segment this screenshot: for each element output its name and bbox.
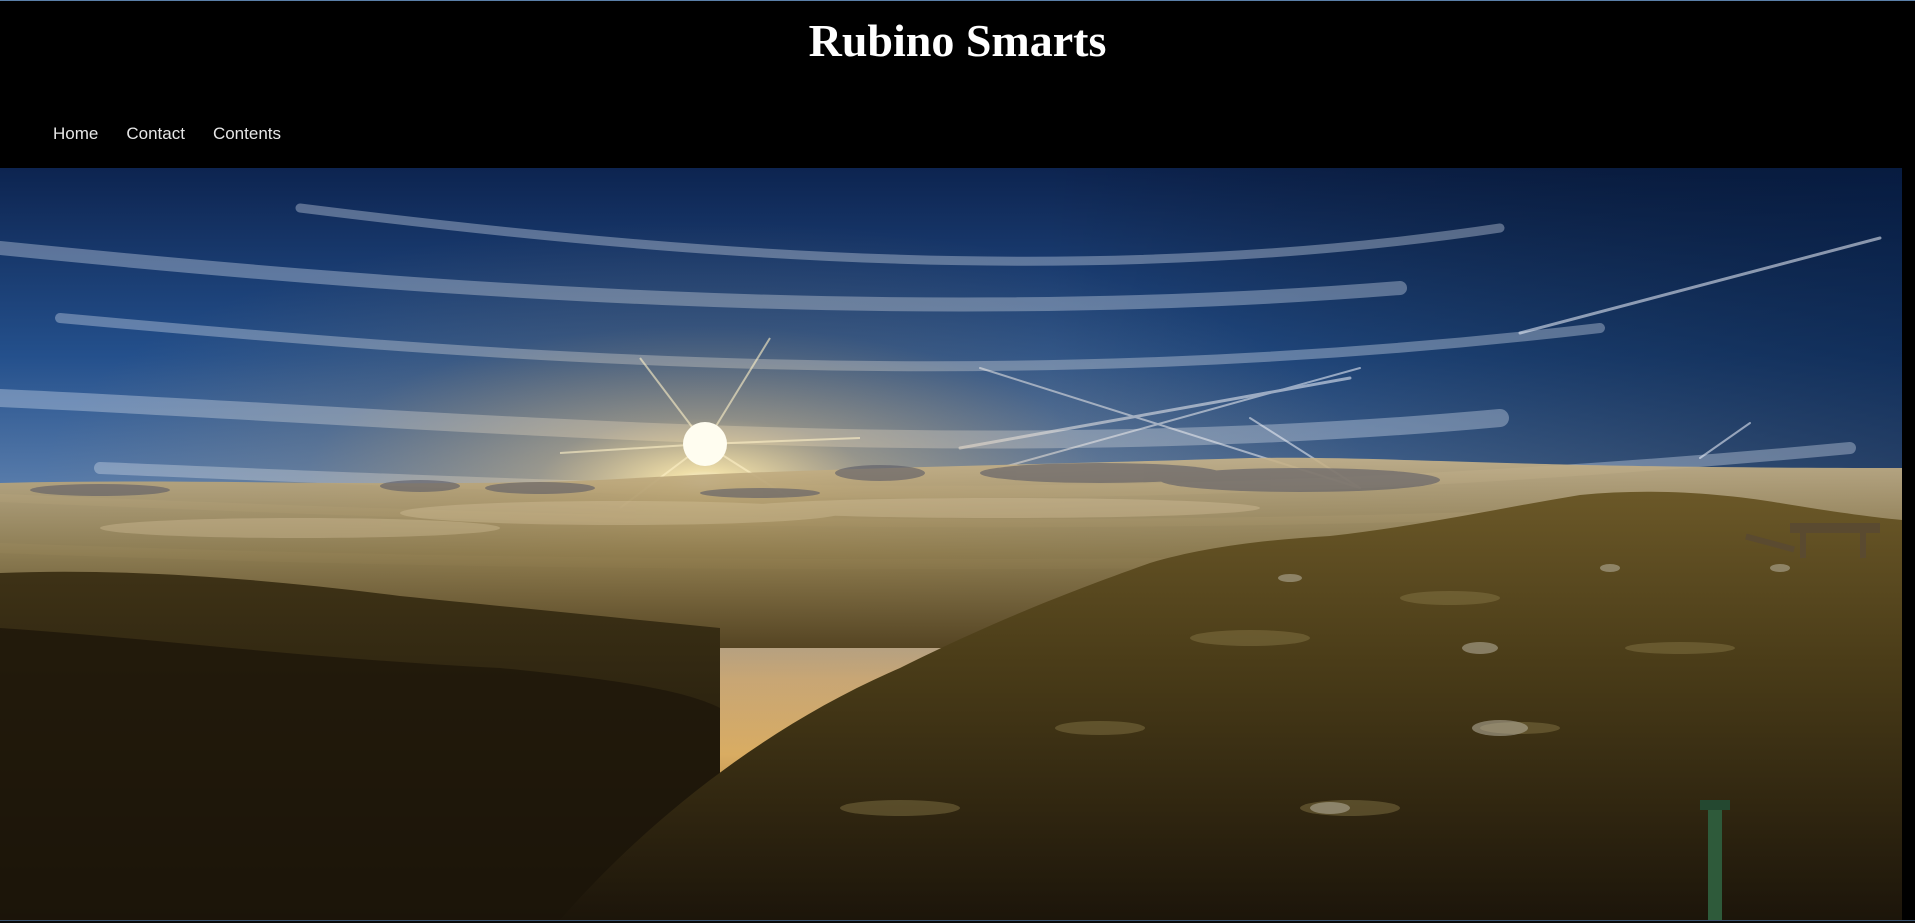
site-header: Rubino Smarts Home Contact Contents xyxy=(0,1,1915,167)
page: Rubino Smarts Home Contact Contents xyxy=(0,0,1915,923)
site-title: Rubino Smarts xyxy=(808,15,1107,66)
nav-link-contact[interactable]: Contact xyxy=(126,122,185,146)
hero-image xyxy=(0,168,1902,920)
main-nav: Home Contact Contents xyxy=(53,122,281,146)
nav-link-home[interactable]: Home xyxy=(53,122,98,146)
page-right-edge xyxy=(1902,168,1915,923)
landscape-photo xyxy=(0,168,1902,920)
nav-link-contents[interactable]: Contents xyxy=(213,122,281,146)
